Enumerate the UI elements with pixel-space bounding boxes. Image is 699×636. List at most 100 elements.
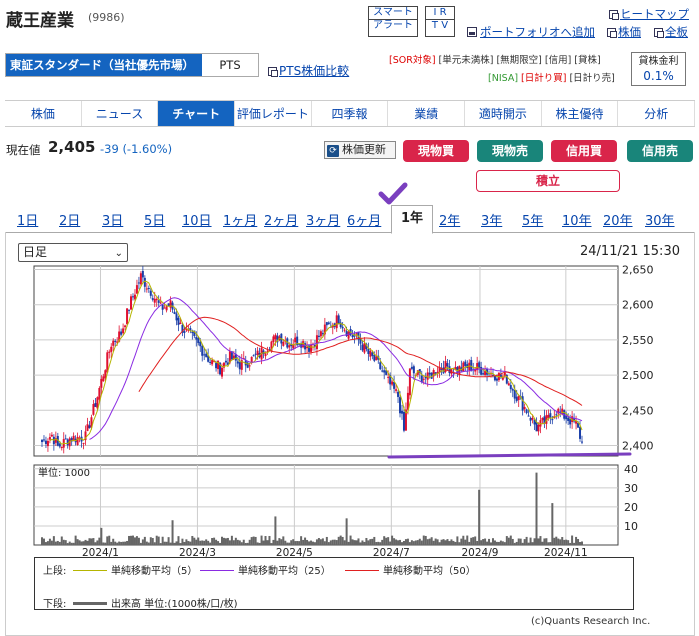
volume-bar xyxy=(571,535,574,545)
volume-bar xyxy=(108,535,111,545)
volume-bar xyxy=(78,540,81,545)
volume-bar xyxy=(209,542,212,545)
volume-bar xyxy=(547,542,550,545)
volume-bar xyxy=(375,542,378,545)
volume-bar xyxy=(82,541,85,545)
candle-body xyxy=(86,424,89,432)
volume-bar xyxy=(236,539,239,545)
volume-bar xyxy=(490,542,493,545)
volume-bar xyxy=(341,536,344,545)
volume-bar xyxy=(355,540,358,545)
volume-bar xyxy=(133,537,136,545)
candle-body xyxy=(199,341,202,347)
volume-bar xyxy=(365,537,368,545)
price-tick-label: 2,400 xyxy=(622,439,654,452)
candle-body xyxy=(120,331,123,335)
candle-body xyxy=(211,360,214,365)
volume-bar xyxy=(456,536,459,545)
candle-body xyxy=(495,378,498,381)
volume-bar xyxy=(525,536,528,545)
candle-body xyxy=(373,355,376,361)
volume-bar xyxy=(207,540,210,545)
candle-body xyxy=(513,390,516,399)
volume-bar xyxy=(50,540,53,545)
volume-bar xyxy=(462,535,465,545)
volume-bar xyxy=(185,539,188,545)
volume-bar xyxy=(221,536,223,545)
volume-bar xyxy=(169,542,172,545)
volume-bar xyxy=(327,542,330,545)
volume-bar xyxy=(177,536,180,545)
volume-bar xyxy=(252,536,255,545)
volume-bar xyxy=(404,539,407,545)
volume-bar xyxy=(484,538,487,545)
volume-bar xyxy=(486,541,489,545)
volume-bar xyxy=(143,536,146,545)
candle-body xyxy=(143,277,146,287)
volume-bar xyxy=(268,535,271,545)
candle-body xyxy=(335,315,338,329)
volume-bar xyxy=(383,536,386,545)
candle-body xyxy=(294,337,297,343)
candle-body xyxy=(515,396,518,401)
volume-bar xyxy=(464,539,467,545)
volume-bar xyxy=(211,538,214,545)
volume-bar xyxy=(44,542,47,545)
volume-bar xyxy=(468,541,471,545)
volume-bar xyxy=(151,538,154,545)
stock-chart[interactable]: 2,6502,6002,5502,5002,4502,4002024/1 2024… xyxy=(0,0,699,636)
volume-bar xyxy=(519,538,522,545)
volume-bar xyxy=(393,538,396,545)
volume-bar xyxy=(90,538,93,545)
volume-bar xyxy=(280,539,283,545)
candle-body xyxy=(102,376,105,382)
volume-bar xyxy=(436,539,439,545)
candle-body xyxy=(383,370,386,373)
volume-bar xyxy=(187,541,190,545)
volume-bar xyxy=(448,541,451,545)
candle-body xyxy=(446,363,449,367)
volume-bar xyxy=(116,542,119,545)
volume-bar xyxy=(139,542,142,545)
candle-body xyxy=(306,346,309,349)
volume-swatch xyxy=(73,602,107,605)
volume-bar xyxy=(226,537,229,545)
candle-body xyxy=(555,414,558,416)
volume-bar xyxy=(363,541,366,545)
volume-bar xyxy=(155,535,158,545)
volume-bar xyxy=(102,542,105,545)
volume-bar xyxy=(577,539,580,545)
volume-bar xyxy=(244,542,247,545)
volume-bar xyxy=(163,541,166,545)
volume-bar xyxy=(242,539,245,545)
candle-body xyxy=(248,365,251,367)
candle-body xyxy=(157,300,160,303)
volume-bar xyxy=(539,536,542,545)
candle-body xyxy=(163,307,166,309)
candle-body xyxy=(256,350,259,355)
volume-bar xyxy=(80,541,83,545)
volume-bar xyxy=(199,540,202,545)
volume-bar xyxy=(311,541,314,545)
volume-bar xyxy=(167,537,170,545)
candle-body xyxy=(478,362,481,368)
volume-bar xyxy=(228,540,231,545)
volume-bar xyxy=(84,539,87,545)
ma25-label: 単純移動平均（25） xyxy=(238,566,331,577)
volume-bar xyxy=(131,535,134,545)
volume-bar xyxy=(159,543,162,545)
candle-body xyxy=(448,366,451,374)
volume-bar xyxy=(296,541,299,545)
volume-bar xyxy=(474,536,477,545)
price-tick-label: 2,450 xyxy=(622,404,654,417)
volume-bar xyxy=(361,540,364,545)
volume-bar xyxy=(505,536,508,545)
volume-bar xyxy=(339,535,342,545)
candle-body xyxy=(410,366,413,369)
candle-body xyxy=(88,425,91,429)
volume-bar xyxy=(531,542,534,545)
volume-bar xyxy=(189,541,192,545)
volume-bar xyxy=(541,541,544,545)
volume-bar xyxy=(86,540,89,545)
volume-bar xyxy=(106,536,109,545)
